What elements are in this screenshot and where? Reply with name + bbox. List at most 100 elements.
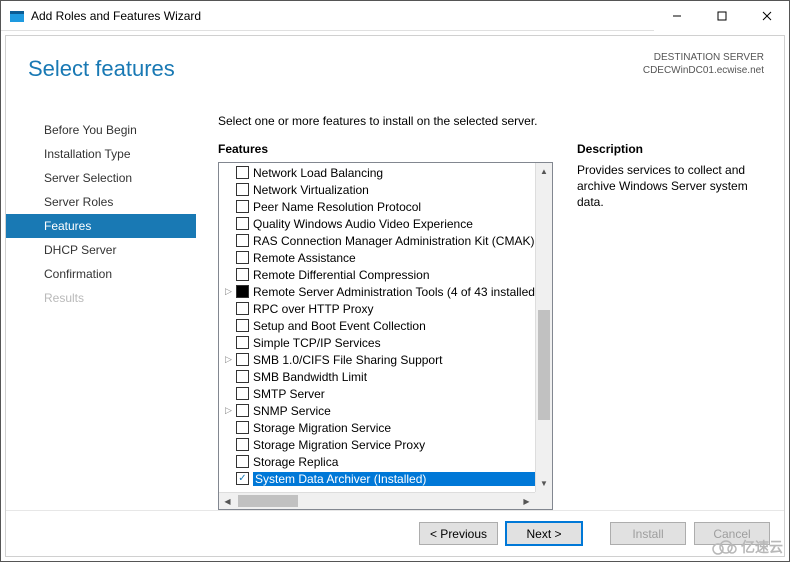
feature-checkbox[interactable] — [236, 438, 249, 451]
scroll-down-button[interactable]: ▼ — [536, 475, 552, 492]
feature-label: Storage Replica — [253, 455, 535, 469]
feature-checkbox[interactable] — [236, 370, 249, 383]
features-listbox[interactable]: Network Load Balancing Network Virtualiza… — [218, 162, 553, 510]
sidebar-item[interactable]: Before You Begin — [6, 118, 196, 142]
feature-label: Network Virtualization — [253, 183, 535, 197]
sidebar-item[interactable]: Features — [6, 214, 196, 238]
maximize-button[interactable] — [699, 1, 744, 31]
feature-label: Remote Assistance — [253, 251, 535, 265]
feature-item[interactable]: Remote Differential Compression — [219, 266, 535, 283]
description-heading: Description — [577, 142, 776, 156]
titlebar: Add Roles and Features Wizard — [1, 1, 789, 31]
hscroll-track[interactable] — [236, 493, 518, 509]
feature-checkbox[interactable] — [236, 217, 249, 230]
feature-item[interactable]: RAS Connection Manager Administration Ki… — [219, 232, 535, 249]
main-panel: Select one or more features to install o… — [196, 110, 784, 510]
feature-item[interactable]: ▷ SNMP Service — [219, 402, 535, 419]
scroll-up-button[interactable]: ▲ — [536, 163, 552, 180]
description-text: Provides services to collect and archive… — [577, 162, 776, 211]
feature-label: Storage Migration Service — [253, 421, 535, 435]
feature-checkbox[interactable] — [236, 319, 249, 332]
feature-checkbox[interactable] — [236, 472, 249, 485]
feature-checkbox[interactable] — [236, 268, 249, 281]
features-viewport: Network Load Balancing Network Virtualiza… — [219, 163, 535, 492]
feature-checkbox[interactable] — [236, 302, 249, 315]
feature-item[interactable]: ▷ SMB 1.0/CIFS File Sharing Support — [219, 351, 535, 368]
sidebar-item[interactable]: Server Roles — [6, 190, 196, 214]
feature-label: SMB 1.0/CIFS File Sharing Support — [253, 353, 535, 367]
page-heading: Select features — [28, 56, 175, 82]
install-button[interactable]: Install — [610, 522, 686, 545]
expand-icon[interactable]: ▷ — [223, 286, 234, 297]
feature-label: Setup and Boot Event Collection — [253, 319, 535, 333]
feature-item[interactable]: Setup and Boot Event Collection — [219, 317, 535, 334]
feature-checkbox[interactable] — [236, 387, 249, 400]
feature-checkbox[interactable] — [236, 421, 249, 434]
minimize-button[interactable] — [654, 1, 699, 31]
feature-item[interactable]: Storage Migration Service Proxy — [219, 436, 535, 453]
feature-label: SNMP Service — [253, 404, 535, 418]
feature-item[interactable]: Network Virtualization — [219, 181, 535, 198]
feature-item[interactable]: System Data Archiver (Installed) — [219, 470, 535, 487]
feature-item[interactable]: Storage Migration Service — [219, 419, 535, 436]
feature-checkbox[interactable] — [236, 404, 249, 417]
features-column: Features Network Load Balancing Network V… — [218, 142, 553, 510]
feature-label: System Data Archiver (Installed) — [253, 472, 535, 486]
feature-checkbox[interactable] — [236, 336, 249, 349]
scroll-corner — [535, 492, 552, 509]
cancel-button[interactable]: Cancel — [694, 522, 770, 545]
previous-button[interactable]: < Previous — [419, 522, 498, 545]
feature-label: Peer Name Resolution Protocol — [253, 200, 535, 214]
scroll-right-button[interactable]: ▶ — [518, 493, 535, 509]
scroll-left-button[interactable]: ◀ — [219, 493, 236, 509]
feature-checkbox[interactable] — [236, 200, 249, 213]
scroll-thumb[interactable] — [538, 310, 550, 420]
feature-item[interactable]: Remote Assistance — [219, 249, 535, 266]
expand-icon[interactable]: ▷ — [223, 405, 234, 416]
feature-item[interactable]: Simple TCP/IP Services — [219, 334, 535, 351]
feature-label: RAS Connection Manager Administration Ki… — [253, 234, 535, 248]
sidebar-item[interactable]: DHCP Server — [6, 238, 196, 262]
feature-checkbox[interactable] — [236, 353, 249, 366]
feature-label: Simple TCP/IP Services — [253, 336, 535, 350]
next-button[interactable]: Next > — [506, 522, 582, 545]
sidebar-item[interactable]: Server Selection — [6, 166, 196, 190]
feature-label: Remote Differential Compression — [253, 268, 535, 282]
description-column: Description Provides services to collect… — [577, 142, 776, 510]
feature-item[interactable]: Storage Replica — [219, 453, 535, 470]
feature-item[interactable]: Network Load Balancing — [219, 164, 535, 181]
feature-label: RPC over HTTP Proxy — [253, 302, 535, 316]
expand-icon[interactable]: ▷ — [223, 354, 234, 365]
destination-server: DESTINATION SERVER CDECWinDC01.ecwise.ne… — [643, 51, 764, 77]
scroll-track[interactable] — [536, 180, 552, 475]
feature-label: Storage Migration Service Proxy — [253, 438, 535, 452]
features-heading: Features — [218, 142, 553, 156]
feature-item[interactable]: SMB Bandwidth Limit — [219, 368, 535, 385]
feature-label: SMB Bandwidth Limit — [253, 370, 535, 384]
feature-checkbox[interactable] — [236, 183, 249, 196]
feature-checkbox[interactable] — [236, 251, 249, 264]
feature-checkbox[interactable] — [236, 234, 249, 247]
instruction-text: Select one or more features to install o… — [218, 114, 776, 128]
wizard-body: Before You BeginInstallation TypeServer … — [6, 110, 784, 510]
wizard-inner: Select features DESTINATION SERVER CDECW… — [5, 35, 785, 557]
vertical-scrollbar[interactable]: ▲ ▼ — [535, 163, 552, 492]
sidebar-item[interactable]: Installation Type — [6, 142, 196, 166]
feature-checkbox[interactable] — [236, 166, 249, 179]
feature-item[interactable]: Peer Name Resolution Protocol — [219, 198, 535, 215]
horizontal-scrollbar[interactable]: ◀ ▶ — [219, 492, 535, 509]
close-button[interactable] — [744, 1, 789, 31]
feature-item[interactable]: RPC over HTTP Proxy — [219, 300, 535, 317]
sidebar-item[interactable]: Confirmation — [6, 262, 196, 286]
sidebar-item: Results — [6, 286, 196, 310]
feature-item[interactable]: SMTP Server — [219, 385, 535, 402]
feature-checkbox[interactable] — [236, 285, 249, 298]
feature-checkbox[interactable] — [236, 455, 249, 468]
feature-label: Remote Server Administration Tools (4 of… — [253, 285, 535, 299]
feature-item[interactable]: ▷ Remote Server Administration Tools (4 o… — [219, 283, 535, 300]
header: Select features DESTINATION SERVER CDECW… — [6, 36, 784, 96]
destination-label: DESTINATION SERVER — [643, 51, 764, 64]
wizard-window: Add Roles and Features Wizard Select fea… — [0, 0, 790, 562]
hscroll-thumb[interactable] — [238, 495, 298, 507]
feature-item[interactable]: Quality Windows Audio Video Experience — [219, 215, 535, 232]
